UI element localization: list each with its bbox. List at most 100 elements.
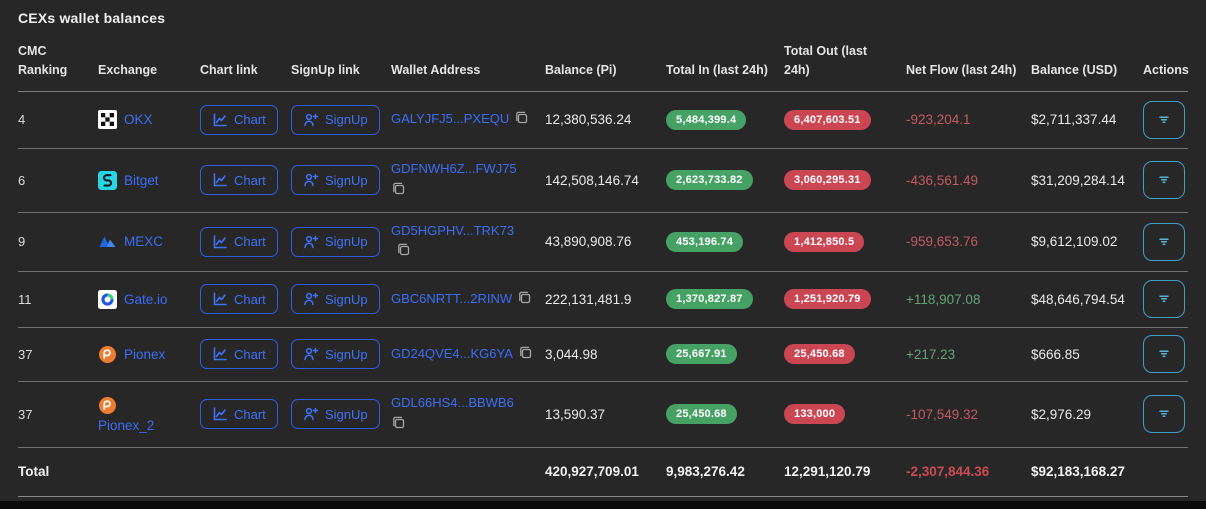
col-signup-link: SignUp link	[291, 63, 360, 78]
cmc-rank: 6	[18, 172, 26, 188]
net-flow: +118,907.08	[906, 291, 981, 307]
total-out-badge: 3,060,295.31	[784, 170, 871, 191]
col-cmc-ranking: CMC Ranking	[18, 44, 68, 78]
wallet-address-link[interactable]: GALYJFJ5...PXEQU	[391, 111, 509, 126]
filter-action-button[interactable]	[1143, 161, 1185, 200]
filter-action-button[interactable]	[1143, 100, 1185, 139]
copy-icon[interactable]	[396, 242, 411, 263]
gateio-logo-icon	[98, 289, 117, 309]
pionex-logo-icon	[99, 345, 116, 363]
total-row: Total 420,927,709.01 9,983,276.42 12,291…	[18, 448, 1188, 497]
table-row: 6 Bitget Chart SignUp GDFNWH6Z...FWJ75 1…	[18, 149, 1188, 213]
chart-button[interactable]: Chart	[200, 399, 278, 430]
copy-icon[interactable]	[391, 415, 533, 436]
total-in-badge: 25,450.68	[666, 404, 737, 425]
net-flow: +217.23	[906, 346, 956, 362]
col-chart-link: Chart link	[200, 63, 258, 78]
total-out-sum: 12,291,120.79	[784, 464, 871, 480]
col-total-in: Total In (last 24h)	[666, 63, 768, 78]
person-plus-icon	[304, 113, 319, 126]
signup-button[interactable]: SignUp	[291, 226, 380, 257]
total-in-badge: 25,667.91	[666, 344, 737, 365]
total-in-badge: 2,623,733.82	[666, 170, 753, 191]
filter-action-button[interactable]	[1143, 222, 1185, 261]
signup-button[interactable]: SignUp	[291, 284, 380, 315]
person-plus-icon	[304, 174, 319, 187]
wallet-address-link[interactable]: GBC6NRTT...2RINW	[391, 291, 512, 306]
chart-button[interactable]: Chart	[200, 226, 278, 257]
chart-button[interactable]: Chart	[200, 284, 278, 315]
col-exchange: Exchange	[98, 63, 158, 78]
filter-icon	[1159, 116, 1169, 123]
col-total-out: Total Out (last 24h)	[784, 44, 868, 78]
chart-icon	[213, 292, 227, 306]
total-out-badge: 25,450.68	[784, 344, 855, 365]
total-out-badge: 1,251,920.79	[784, 289, 871, 310]
exchange-link[interactable]: Pionex_2	[98, 418, 154, 433]
copy-icon[interactable]	[514, 110, 529, 131]
filter-icon	[1159, 350, 1169, 358]
balance-pi: 13,590.37	[545, 406, 606, 422]
wallet-address-link[interactable]: GD24QVE4...KG6YA	[391, 346, 513, 361]
balance-pi: 222,131,481.9	[545, 291, 632, 307]
table-row: 4 OKX Chart SignUp GALYJFJ5...PXEQU 12,3…	[18, 92, 1188, 149]
signup-button[interactable]: SignUp	[291, 399, 380, 430]
person-plus-icon	[304, 235, 319, 248]
total-balance-pi: 420,927,709.01	[545, 464, 639, 480]
cmc-rank: 9	[18, 234, 26, 250]
balance-pi: 142,508,146.74	[545, 172, 639, 188]
balance-pi: 43,890,908.76	[545, 234, 632, 250]
total-out-badge: 6,407,603.51	[784, 109, 871, 130]
table-row: 37 Pionex_2 Chart SignUp GDL66HS4...BBWB…	[18, 382, 1188, 448]
total-in-badge: 5,484,399.4	[666, 109, 747, 130]
person-plus-icon	[304, 408, 319, 421]
total-in-badge: 1,370,827.87	[666, 289, 753, 310]
exchange-link[interactable]: Gate.io	[124, 292, 168, 307]
cex-balances-panel: CEXs wallet balances CMC Ranking Exchang…	[0, 0, 1206, 501]
filter-action-button[interactable]	[1143, 280, 1185, 319]
exchange-link[interactable]: Pionex	[124, 347, 165, 362]
exchange-link[interactable]: OKX	[124, 112, 153, 127]
col-balance-usd: Balance (USD)	[1031, 63, 1118, 78]
table-row: 11 Gate.io Chart SignUp GBC6NRTT...2RINW…	[18, 272, 1188, 328]
col-balance-pi: Balance (Pi)	[545, 63, 617, 78]
pionex-logo-icon	[99, 396, 116, 414]
chart-button[interactable]: Chart	[200, 339, 278, 370]
wallet-address-link[interactable]: GDL66HS4...BBWB6	[391, 395, 514, 410]
chart-button[interactable]: Chart	[200, 165, 278, 196]
copy-icon[interactable]	[517, 290, 532, 311]
filter-icon	[1159, 410, 1169, 418]
mexc-logo-icon	[99, 236, 116, 248]
exchange-link[interactable]: MEXC	[124, 234, 163, 249]
signup-button[interactable]: SignUp	[291, 165, 380, 196]
chart-icon	[213, 112, 227, 127]
page-title: CEXs wallet balances	[18, 10, 166, 26]
balance-usd: $48,646,794.54	[1031, 291, 1125, 307]
chart-button[interactable]: Chart	[200, 104, 278, 135]
signup-button[interactable]: SignUp	[291, 339, 380, 370]
cmc-rank: 4	[18, 112, 26, 128]
filter-action-button[interactable]	[1143, 335, 1185, 374]
cmc-rank: 11	[18, 291, 32, 307]
person-plus-icon	[304, 293, 319, 306]
balance-usd: $9,612,109.02	[1031, 234, 1118, 250]
signup-button[interactable]: SignUp	[291, 104, 380, 135]
filter-icon	[1159, 176, 1169, 184]
table-row: 9 MEXC Chart SignUp GD5HGPHV...TRK73 43,…	[18, 213, 1188, 272]
cmc-rank: 37	[18, 346, 33, 362]
total-label: Total	[18, 464, 50, 480]
balance-usd: $2,976.29	[1031, 406, 1092, 422]
net-flow: -107,549.32	[906, 406, 979, 422]
filter-action-button[interactable]	[1143, 395, 1185, 434]
copy-icon[interactable]	[518, 345, 533, 366]
chart-icon	[213, 407, 227, 421]
wallet-address-link[interactable]: GDFNWH6Z...FWJ75	[391, 161, 517, 176]
copy-icon[interactable]	[391, 181, 533, 202]
total-net-flow: -2,307,844.36	[906, 464, 990, 480]
filter-icon	[1159, 238, 1169, 245]
total-balance-usd: $92,183,168.27	[1031, 464, 1125, 480]
chart-icon	[213, 234, 227, 249]
okx-logo-icon	[98, 110, 117, 130]
exchange-link[interactable]: Bitget	[124, 173, 159, 188]
wallet-address-link[interactable]: GD5HGPHV...TRK73	[391, 223, 514, 238]
